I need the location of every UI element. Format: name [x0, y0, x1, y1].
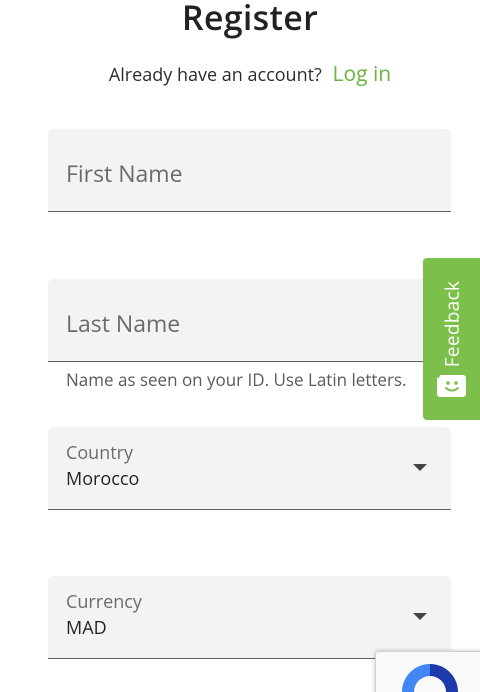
currency-select[interactable]: Currency MAD: [48, 576, 451, 659]
feedback-button[interactable]: Feedback: [423, 258, 480, 420]
last-name-placeholder: Last Name: [66, 307, 181, 339]
recaptcha-logo-icon: [402, 664, 458, 692]
page-title: Register: [181, 0, 319, 40]
first-name-placeholder: First Name: [66, 157, 183, 189]
caret-down-icon: [413, 613, 427, 620]
login-link[interactable]: Log in: [333, 60, 392, 88]
feedback-label: Feedback: [438, 280, 465, 368]
caret-down-icon: [413, 464, 427, 471]
currency-value: MAD: [66, 616, 107, 640]
register-page: Register Already have an account? Log in…: [0, 0, 480, 692]
recaptcha-badge[interactable]: [375, 651, 480, 692]
last-name-helper-text: Name as seen on your ID. Use Latin lette…: [66, 368, 407, 391]
country-value: Morocco: [66, 467, 140, 491]
last-name-field[interactable]: Last Name: [48, 279, 451, 362]
login-prompt: Already have an account? Log in: [0, 60, 480, 88]
country-select[interactable]: Country Morocco: [48, 427, 451, 510]
first-name-field[interactable]: First Name: [48, 129, 451, 212]
currency-label: Currency: [66, 590, 142, 614]
country-label: Country: [66, 441, 134, 465]
account-prompt-text: Already have an account?: [108, 63, 322, 87]
chat-smile-icon: [437, 375, 466, 397]
